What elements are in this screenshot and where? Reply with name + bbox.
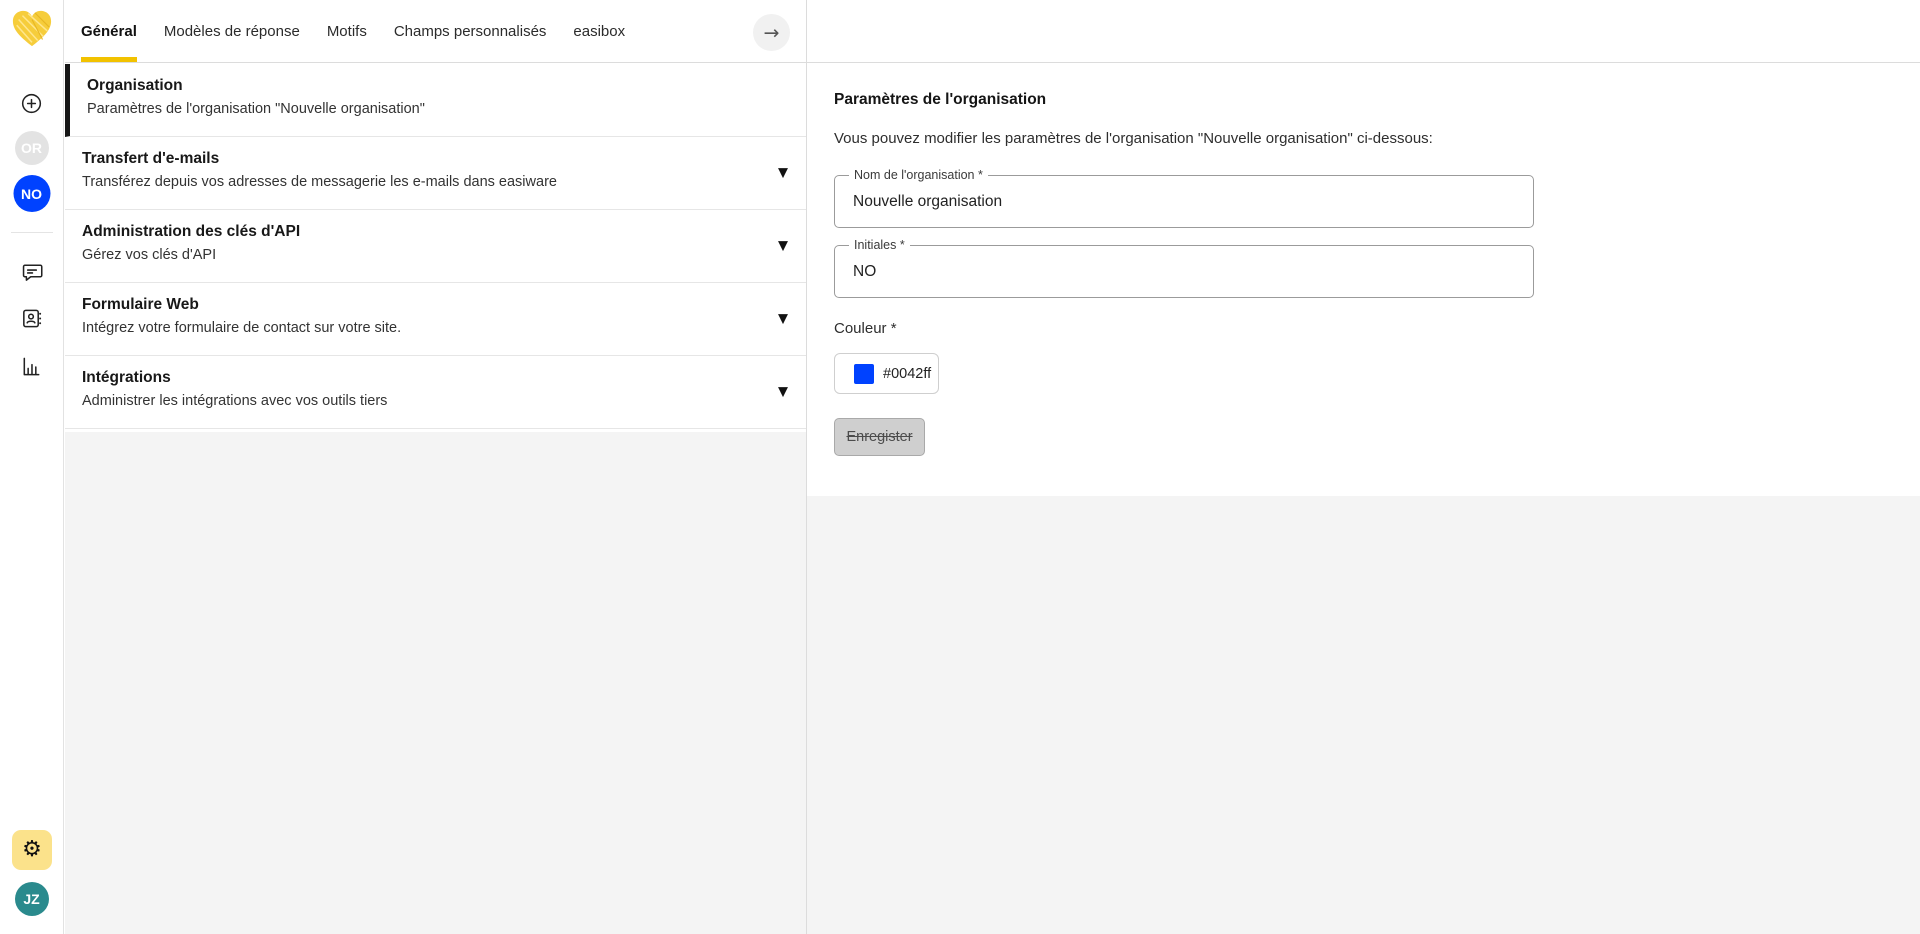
list-item-integrations[interactable]: Intégrations Administrer les intégration… [65,356,806,429]
initials-field-wrapper: Initiales * [834,245,1534,298]
left-panel-background [65,432,806,934]
chevron-down-icon[interactable]: ▼ [778,239,788,254]
list-item-subtitle: Paramètres de l'organisation "Nouvelle o… [87,101,766,117]
chevron-down-icon[interactable]: ▼ [778,166,788,181]
org-avatar-or-label: OR [21,140,42,156]
color-hex-value: #0042ff [883,366,931,382]
settings-section-list: Organisation Paramètres de l'organisatio… [65,64,806,429]
plus-circle-icon [20,92,43,115]
contacts-icon [20,307,43,330]
list-item-cles-api[interactable]: Administration des clés d'API Gérez vos … [65,210,806,283]
bar-chart-icon [20,355,43,378]
chat-icon [20,260,43,283]
right-arrow-icon: → [764,22,780,44]
list-item-organisation[interactable]: Organisation Paramètres de l'organisatio… [65,64,806,137]
tab-modeles-de-reponse[interactable]: Modèles de réponse [164,0,300,62]
org-name-input[interactable] [835,176,1533,227]
icon-rail: OR NO ⚙ [0,0,64,934]
user-avatar-jz[interactable]: JZ [15,882,49,916]
brand-heart-logo [9,8,55,50]
add-organization-button[interactable] [20,91,44,115]
save-button[interactable]: Enregister [834,418,925,456]
list-item-title: Administration des clés d'API [82,223,766,241]
rail-divider [11,232,53,233]
list-item-subtitle: Intégrez votre formulaire de contact sur… [82,320,766,336]
org-avatar-no-label: NO [21,186,42,202]
statistics-button[interactable] [20,354,44,378]
list-item-title: Formulaire Web [82,296,766,314]
tab-champs-personnalises[interactable]: Champs personnalisés [394,0,547,62]
color-swatch[interactable] [854,364,874,384]
color-picker-field[interactable]: #0042ff [834,353,939,394]
conversations-button[interactable] [20,259,44,283]
tab-easibox[interactable]: easibox [573,0,625,62]
chevron-down-icon[interactable]: ▼ [778,385,788,400]
list-item-title: Transfert d'e-mails [82,150,766,168]
tab-general[interactable]: Général [81,0,137,62]
list-item-subtitle: Administrer les intégrations avec vos ou… [82,393,766,409]
list-item-transfert-emails[interactable]: Transfert d'e-mails Transférez depuis vo… [65,137,806,210]
user-avatar-jz-label: JZ [23,891,39,907]
panel-title: Paramètres de l'organisation [834,91,1920,109]
initials-input[interactable] [835,246,1533,297]
contacts-button[interactable] [20,306,44,330]
panel-divider [806,0,807,934]
org-avatar-or[interactable]: OR [15,131,49,165]
top-bar: Général Modèles de réponse Motifs Champs… [65,0,1920,63]
forward-arrow-button[interactable]: → [753,14,790,51]
list-item-subtitle: Transférez depuis vos adresses de messag… [82,174,766,190]
color-label: Couleur * [834,320,1920,337]
list-item-title: Intégrations [82,369,766,387]
chevron-down-icon[interactable]: ▼ [778,312,788,327]
list-item-title: Organisation [87,77,766,95]
right-panel-background [807,496,1920,934]
list-item-subtitle: Gérez vos clés d'API [82,247,766,263]
org-name-field-wrapper: Nom de l'organisation * [834,175,1534,228]
list-item-formulaire-web[interactable]: Formulaire Web Intégrez votre formulaire… [65,283,806,356]
settings-button[interactable]: ⚙ [12,830,52,870]
settings-tabs: Général Modèles de réponse Motifs Champs… [65,0,1920,62]
tab-motifs[interactable]: Motifs [327,0,367,62]
organisation-settings-panel: Paramètres de l'organisation Vous pouvez… [807,63,1920,496]
panel-description: Vous pouvez modifier les paramètres de l… [834,130,1920,147]
settings-gear-icon: ⚙ [22,839,42,861]
org-avatar-no[interactable]: NO [13,175,50,212]
